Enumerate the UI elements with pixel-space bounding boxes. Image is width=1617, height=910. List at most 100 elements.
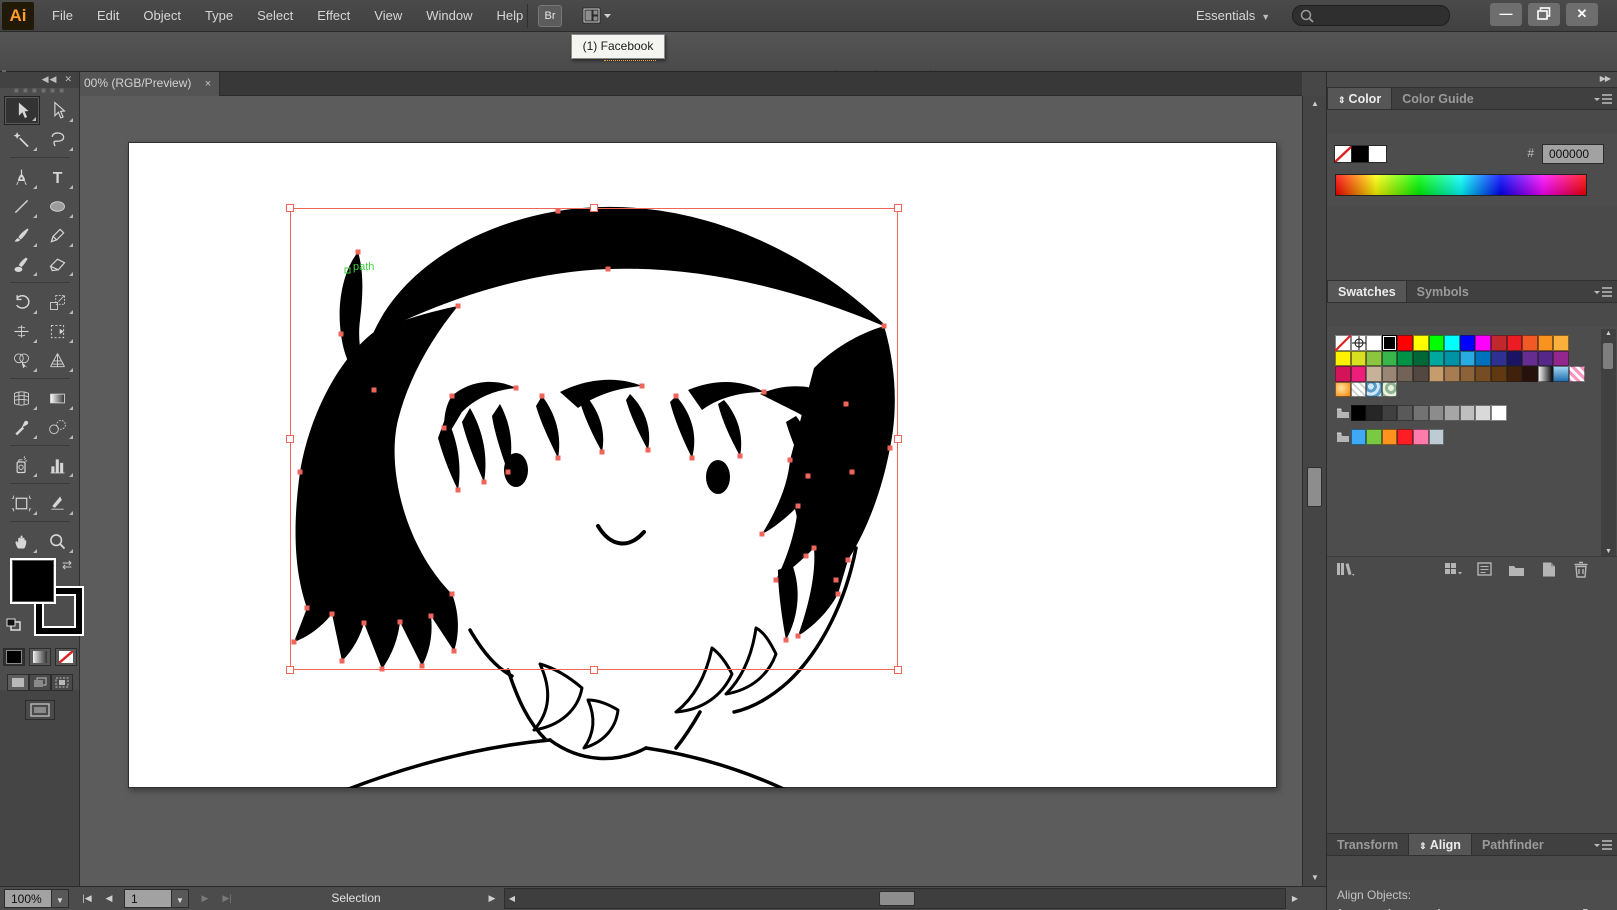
horizontal-scroll-thumb[interactable]	[879, 891, 915, 906]
scroll-left-icon[interactable]: ◀	[505, 890, 519, 907]
tab-align[interactable]: ⇕Align	[1408, 834, 1472, 855]
none-button[interactable]	[55, 648, 77, 666]
swatch[interactable]	[1522, 366, 1538, 382]
artboard-dropdown[interactable]: ▼	[172, 889, 189, 908]
vertical-scrollbar[interactable]: ▲ ▼	[1302, 96, 1326, 886]
pen-tool[interactable]	[4, 163, 40, 192]
tab-symbols[interactable]: Symbols	[1407, 281, 1479, 302]
panel-menu-icon[interactable]	[1594, 840, 1612, 852]
hex-value-field[interactable]: 000000	[1542, 144, 1604, 164]
last-artboard-button[interactable]: ▶|	[218, 889, 236, 908]
eraser-tool[interactable]	[40, 250, 76, 279]
menu-item-view[interactable]: View	[362, 0, 414, 31]
swatch[interactable]	[1413, 366, 1429, 382]
swatch[interactable]	[1491, 405, 1507, 421]
swatch[interactable]	[1553, 351, 1569, 367]
blob-brush-tool[interactable]	[4, 250, 40, 279]
paintbrush-tool[interactable]	[4, 221, 40, 250]
slice-tool[interactable]	[40, 489, 76, 518]
swatch[interactable]	[1366, 429, 1382, 445]
swatch[interactable]	[1366, 366, 1382, 382]
vertical-scroll-thumb[interactable]	[1307, 467, 1322, 507]
zoom-dropdown[interactable]: ▼	[52, 889, 69, 908]
swap-fill-stroke-icon[interactable]: ⇄	[62, 558, 72, 572]
gradient-blue-swatch[interactable]	[1553, 366, 1569, 382]
ellipse-tool[interactable]	[40, 192, 76, 221]
swatch[interactable]	[1522, 351, 1538, 367]
swatch[interactable]	[1366, 405, 1382, 421]
swatch[interactable]	[1413, 335, 1429, 351]
hand-tool[interactable]	[4, 527, 40, 556]
swatch[interactable]	[1366, 351, 1382, 367]
new-swatch-icon[interactable]	[1539, 560, 1559, 577]
status-expand-icon[interactable]: ▶	[484, 889, 500, 908]
scroll-up-icon[interactable]: ▲	[1601, 329, 1616, 339]
scroll-right-icon[interactable]: ▶	[1288, 889, 1302, 908]
none-proxy-swatch[interactable]	[1335, 146, 1352, 162]
swatch[interactable]	[1351, 429, 1367, 445]
bridge-button[interactable]: Br	[538, 5, 562, 27]
eyedropper-tool[interactable]	[4, 413, 40, 442]
gradient-tool[interactable]	[40, 384, 76, 413]
pattern-foliage-swatch[interactable]	[1382, 382, 1398, 398]
symbol-sprayer-tool[interactable]	[4, 451, 40, 480]
screen-mode-button[interactable]	[25, 700, 55, 720]
swatch[interactable]	[1475, 405, 1491, 421]
swatch[interactable]	[1507, 351, 1523, 367]
swatch[interactable]	[1335, 366, 1351, 382]
swatch-kinds-icon[interactable]	[1443, 560, 1463, 577]
swatch[interactable]	[1491, 335, 1507, 351]
menu-item-effect[interactable]: Effect	[305, 0, 362, 31]
tab-close-icon[interactable]: ×	[205, 78, 211, 90]
draw-inside-button[interactable]	[51, 674, 73, 691]
horizontal-scrollbar[interactable]: ◀	[504, 888, 1286, 909]
close-button[interactable]: ✕	[1566, 3, 1598, 26]
draw-behind-button[interactable]	[29, 674, 51, 691]
fill-proxy-swatch[interactable]	[10, 558, 56, 604]
scale-tool[interactable]	[40, 288, 76, 317]
line-segment-tool[interactable]	[4, 192, 40, 221]
swatch[interactable]	[1382, 351, 1398, 367]
blend-tool[interactable]	[40, 413, 76, 442]
pattern-blue-swatch[interactable]	[1366, 382, 1382, 398]
mesh-tool[interactable]	[4, 384, 40, 413]
document-tab[interactable]: 00% (RGB/Preview) ×	[80, 72, 220, 96]
type-tool[interactable]: T	[40, 163, 76, 192]
color-spectrum-bar[interactable]	[1335, 174, 1587, 196]
swatch[interactable]	[1507, 335, 1523, 351]
delete-swatch-icon[interactable]	[1571, 560, 1591, 577]
swatch[interactable]	[1491, 366, 1507, 382]
panel-menu-icon[interactable]	[1594, 287, 1612, 299]
column-graph-tool[interactable]	[40, 451, 76, 480]
canvas-pasteboard[interactable]: path	[80, 96, 1302, 886]
swatches-scroll-thumb[interactable]	[1603, 343, 1613, 369]
collapse-to-icons-button[interactable]: ▶▶	[1327, 72, 1617, 87]
swatches-scrollbar[interactable]: ▲ ▼	[1601, 329, 1616, 557]
swatch[interactable]	[1429, 405, 1445, 421]
zoom-tool[interactable]	[40, 527, 76, 556]
panel-menu-icon[interactable]	[1594, 94, 1612, 106]
workspace-switcher[interactable]: Essentials▼	[1196, 0, 1270, 32]
menu-item-file[interactable]: File	[40, 0, 85, 31]
draw-normal-button[interactable]	[7, 674, 29, 691]
minimize-button[interactable]: —	[1490, 3, 1522, 26]
swatch[interactable]	[1382, 405, 1398, 421]
swatch[interactable]	[1538, 335, 1554, 351]
first-artboard-button[interactable]: |◀	[78, 889, 96, 908]
collapse-icon[interactable]: ◀◀	[42, 74, 58, 84]
tab-color[interactable]: ⇕Color	[1327, 88, 1392, 109]
scroll-up-icon[interactable]: ▲	[1303, 96, 1327, 112]
swatch[interactable]	[1553, 335, 1569, 351]
swatch[interactable]	[1397, 366, 1413, 382]
previous-artboard-button[interactable]: ◀	[100, 889, 118, 908]
swatch[interactable]	[1444, 335, 1460, 351]
swatch[interactable]	[1460, 351, 1476, 367]
zoom-field[interactable]: 100%	[4, 889, 52, 908]
artwork[interactable]: path	[128, 142, 1277, 788]
swatch[interactable]	[1444, 405, 1460, 421]
artboard-number-field[interactable]: 1	[124, 889, 172, 908]
swatch[interactable]	[1397, 429, 1413, 445]
gradient-button[interactable]	[29, 648, 51, 666]
folder-swatch[interactable]	[1335, 429, 1351, 445]
swatch[interactable]	[1475, 351, 1491, 367]
